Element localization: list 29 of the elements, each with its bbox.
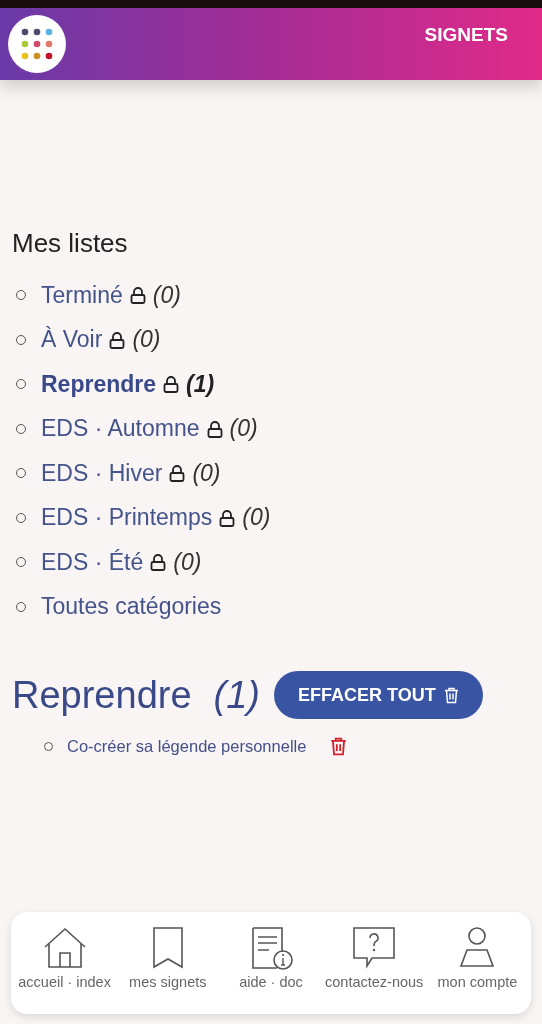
item-count: (0) [242, 504, 271, 532]
list-link[interactable]: EDS · Été [41, 548, 144, 576]
item-count: (0) [152, 281, 181, 309]
delete-icon[interactable] [330, 737, 348, 756]
nav-button[interactable]: accueil · index [13, 926, 117, 1014]
app-menu-icon[interactable] [8, 15, 66, 73]
item-count: (0) [192, 459, 221, 487]
list-link[interactable]: Toutes catégories [41, 593, 222, 621]
nav-button[interactable]: mon compte [425, 926, 529, 1014]
item-count: (0) [132, 326, 161, 354]
list-heading: Reprendre [12, 673, 192, 717]
list-link[interactable]: Reprendre [41, 370, 157, 398]
section-heading: Mes listes [12, 228, 129, 259]
nav-button[interactable]: contactez-nous [322, 926, 426, 1014]
list-link[interactable]: À Voir [41, 326, 103, 354]
trash-icon [443, 686, 459, 704]
list-link[interactable]: EDS · Hiver [41, 459, 163, 487]
bookmark-link[interactable]: Co-créer sa légende personnelle [67, 737, 307, 756]
clear-all-button[interactable]: EFFACER TOUT [274, 671, 483, 719]
list-link[interactable]: EDS · Automne [41, 415, 200, 443]
item-count: (1) [186, 370, 215, 398]
list-link[interactable]: EDS · Printemps [41, 504, 213, 532]
page-title: SIGNETS [424, 24, 508, 46]
item-count: (0) [229, 415, 258, 443]
list-count: (1) [213, 673, 260, 717]
nav-button[interactable]: aide · doc [219, 926, 323, 1014]
nav-button[interactable]: mes signets [116, 926, 220, 1014]
item-count: (0) [173, 548, 202, 576]
list-link[interactable]: Terminé [41, 281, 123, 309]
